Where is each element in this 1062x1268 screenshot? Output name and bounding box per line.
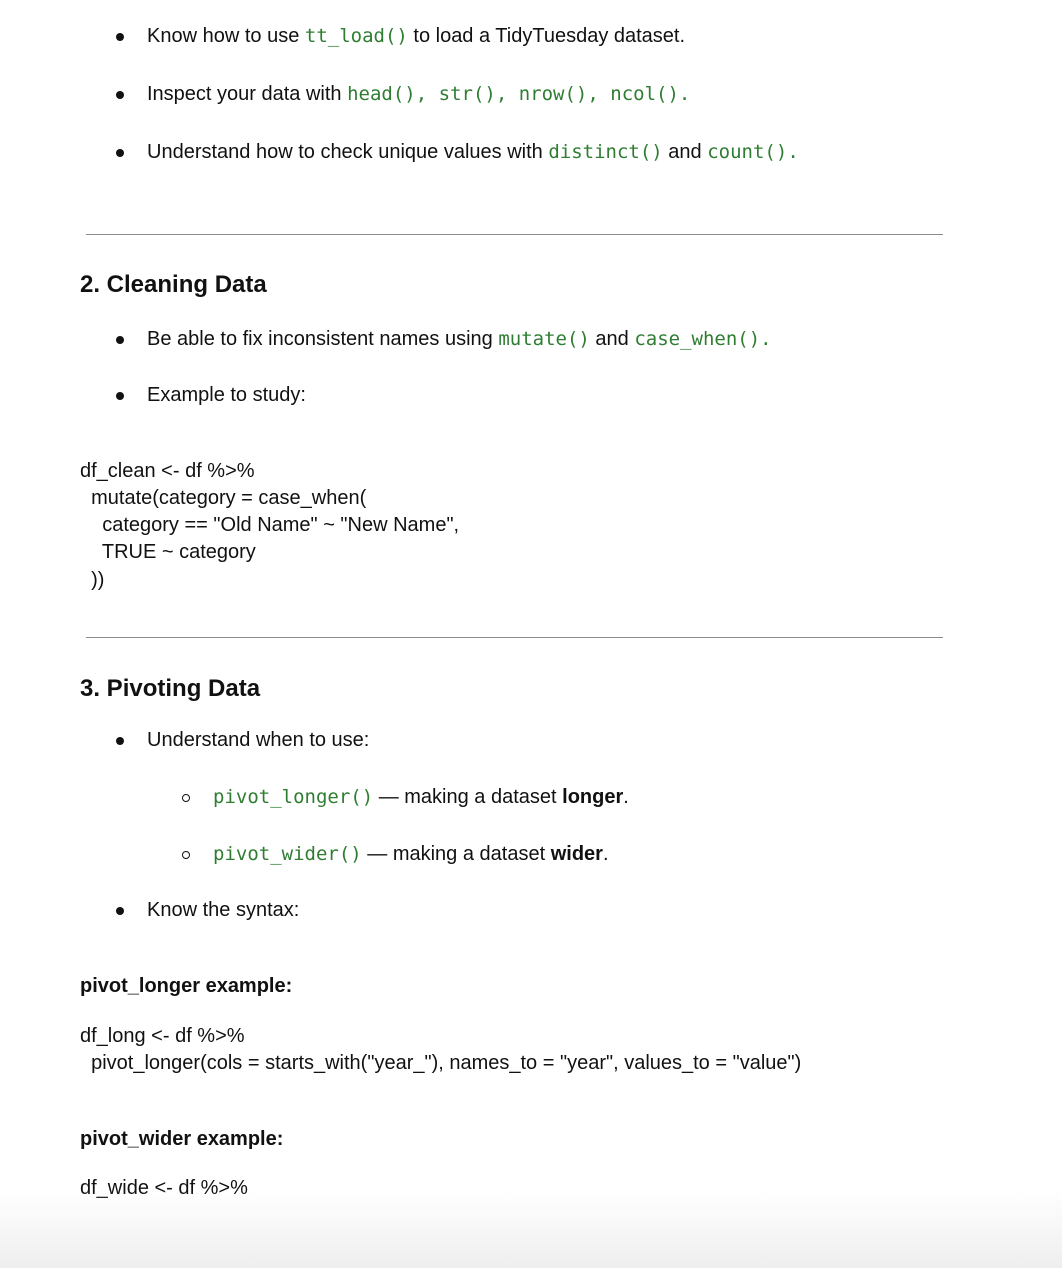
code-inline: case_when(): [634, 328, 761, 350]
horizontal-rule: [86, 637, 943, 638]
bullet-dot: [116, 392, 124, 400]
list-item: Know the syntax:: [147, 899, 300, 921]
code-line: TRUE ~ category: [80, 541, 256, 563]
bullet-dot: [116, 907, 124, 915]
code-line: df_long <- df %>%: [80, 1025, 245, 1047]
example-label: pivot_wider example:: [80, 1128, 284, 1150]
code-line: mutate(category = case_when(: [80, 487, 367, 509]
code-inline: ncol(): [610, 83, 679, 105]
code-inline: count(): [707, 141, 788, 163]
bullet-dot: [116, 149, 124, 157]
sub-bullet-circle: [182, 794, 190, 802]
bullet-dot: [116, 33, 124, 41]
list-item: Understand when to use:: [147, 729, 370, 751]
code-inline: distinct(): [548, 141, 663, 163]
code-inline: mutate(): [498, 328, 590, 350]
example-label: pivot_longer example:: [80, 975, 293, 997]
list-item: Know how to use tt_load() to load a Tidy…: [147, 25, 686, 47]
section-heading: 3. Pivoting Data: [80, 675, 261, 702]
sub-list-item: pivot_wider() — making a dataset wider.: [213, 843, 609, 865]
horizontal-rule: [86, 234, 943, 235]
list-item: Understand how to check unique values wi…: [147, 141, 799, 163]
list-item: Example to study:: [147, 384, 306, 406]
code-inline: head(): [347, 83, 416, 105]
code-inline: tt_load(): [304, 25, 408, 47]
bullet-dot: [116, 91, 124, 99]
bullet-dot: [116, 336, 124, 344]
code-line: )): [80, 569, 105, 591]
bullet-dot: [116, 737, 124, 745]
code-inline: str(): [438, 83, 496, 105]
sub-list-item: pivot_longer() — making a dataset longer…: [213, 786, 629, 808]
code-line: pivot_longer(cols = starts_with("year_")…: [80, 1052, 802, 1074]
list-item: Be able to fix inconsistent names using …: [147, 328, 772, 350]
sub-bullet-circle: [182, 851, 190, 859]
code-inline: pivot_wider(): [213, 843, 362, 865]
list-item: Inspect your data with head(), str(), nr…: [147, 83, 691, 105]
code-inline: nrow(): [518, 83, 588, 105]
bottom-fade: [0, 1190, 1062, 1268]
code-line: category == "Old Name" ~ "New Name",: [80, 514, 460, 536]
code-inline: pivot_longer(): [213, 786, 374, 808]
code-line: df_clean <- df %>%: [80, 460, 255, 482]
section-heading: 2. Cleaning Data: [80, 271, 267, 298]
